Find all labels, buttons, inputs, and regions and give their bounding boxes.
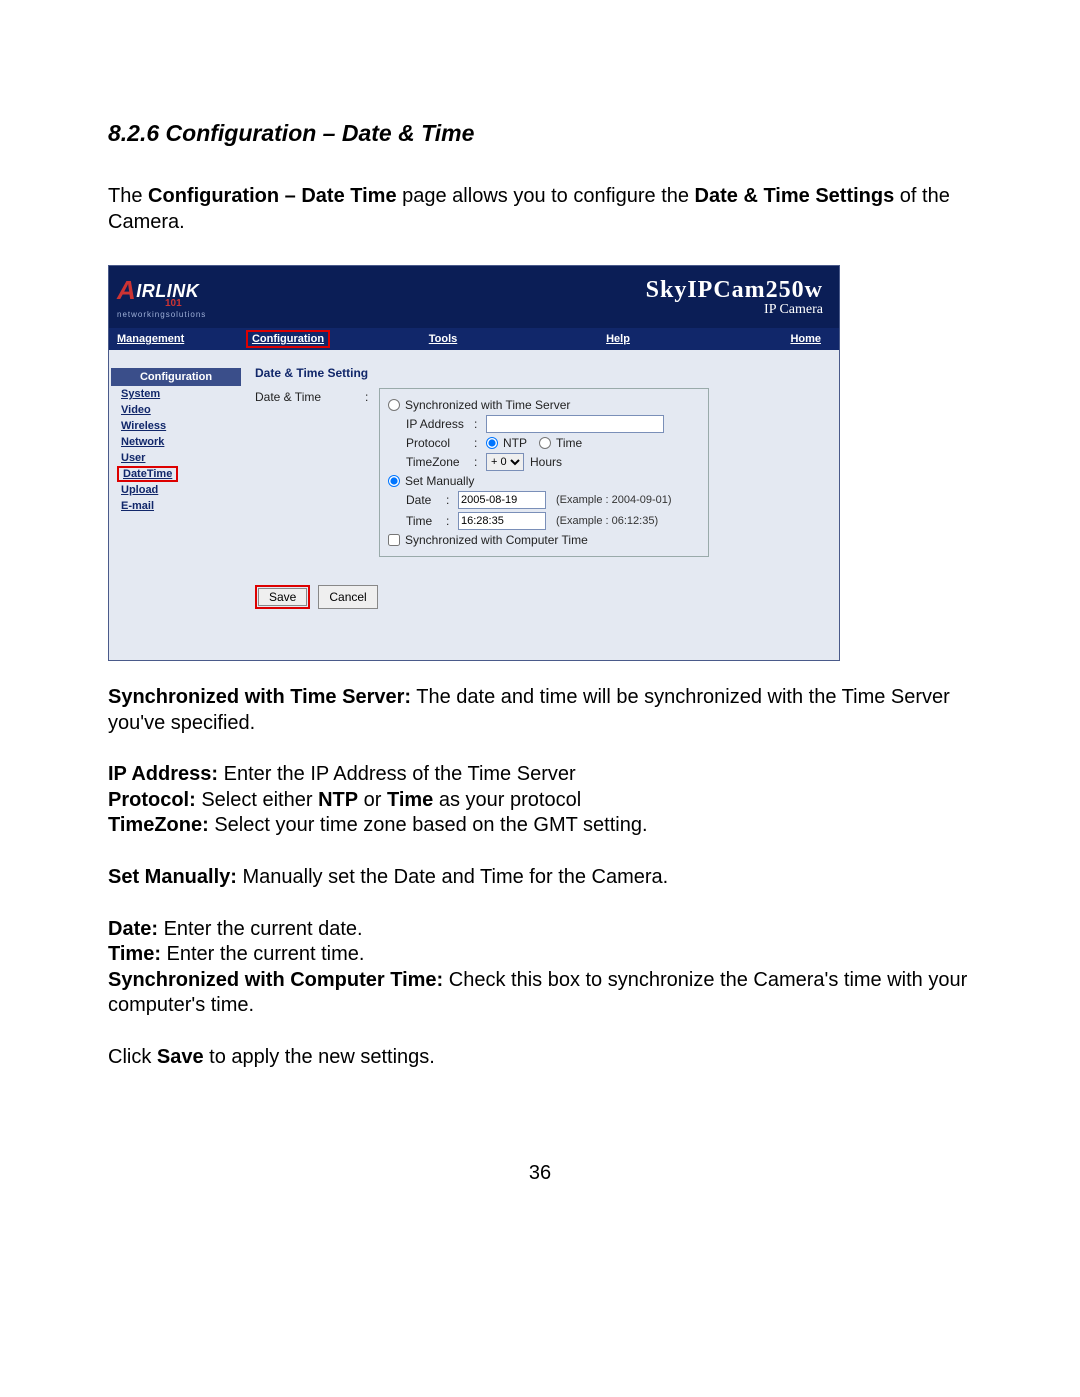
page-number: 36 <box>0 1162 1080 1185</box>
intro-text: page allows you to configure the <box>397 185 695 207</box>
cancel-button[interactable]: Cancel <box>318 585 377 609</box>
text: Click <box>108 1046 157 1068</box>
label: Synchronized with Computer Time: <box>108 969 443 991</box>
timezone-suffix: Hours <box>530 455 562 469</box>
explanation-text: Synchronized with Time Server: The date … <box>108 685 972 1071</box>
datetime-fieldset: Synchronized with Time Server IP Address… <box>379 388 709 557</box>
intro-bold-2: Date & Time Settings <box>695 185 895 207</box>
date-label: Date <box>406 493 446 507</box>
radio-ntp[interactable] <box>486 437 498 449</box>
main-panel: Date & Time Setting Date & Time : Synchr… <box>243 350 839 660</box>
radio-time-label: Time <box>556 436 582 450</box>
product-name: SkyIPCam250w IP Camera <box>646 277 823 318</box>
text: as your protocol <box>433 789 581 811</box>
label: IP Address: <box>108 763 218 785</box>
timezone-label: TimeZone <box>406 455 474 469</box>
label: Protocol: <box>108 789 196 811</box>
time-example: (Example : 06:12:35) <box>556 515 658 527</box>
datetime-row-label: Date & Time <box>255 388 365 404</box>
time-label: Time <box>406 514 446 528</box>
ui-topnav: Management Configuration Tools Help Home <box>109 328 839 350</box>
section-heading: 8.2.6 Configuration – Date & Time <box>108 120 972 147</box>
label: Save <box>157 1046 204 1068</box>
sidebar-item-upload[interactable]: Upload <box>109 482 243 498</box>
logo-number: 101 <box>165 299 182 309</box>
checkbox-sync-pc[interactable] <box>388 534 400 546</box>
sidebar-item-datetime[interactable]: DateTime <box>117 466 178 482</box>
brand-logo: AIRLINK 101 networkingsolutions <box>117 275 206 319</box>
radio-set-manually[interactable] <box>388 475 400 487</box>
checkbox-sync-pc-label: Synchronized with Computer Time <box>405 533 588 547</box>
radio-ntp-label: NTP <box>503 436 527 450</box>
ip-input[interactable] <box>486 415 664 433</box>
sidebar: Configuration System Video Wireless Netw… <box>109 350 243 660</box>
sidebar-item-network[interactable]: Network <box>109 434 243 450</box>
label: Time: <box>108 943 161 965</box>
sidebar-item-video[interactable]: Video <box>109 402 243 418</box>
sidebar-item-email[interactable]: E-mail <box>109 498 243 514</box>
text: or <box>358 789 387 811</box>
timezone-select[interactable]: + 0 <box>486 453 524 471</box>
label: Date: <box>108 918 158 940</box>
radio-time[interactable] <box>539 437 551 449</box>
nav-tools[interactable]: Tools <box>429 333 458 345</box>
text: Select either <box>196 789 318 811</box>
date-example: (Example : 2004-09-01) <box>556 494 672 506</box>
label: Set Manually: <box>108 866 237 888</box>
logo-letter-a: A <box>117 277 136 303</box>
radio-sync-server[interactable] <box>388 399 400 411</box>
time-input[interactable] <box>458 512 546 530</box>
label: Synchronized with Time Server: <box>108 686 411 708</box>
text: Enter the current date. <box>158 918 363 940</box>
intro-paragraph: The Configuration – Date Time page allow… <box>108 183 972 235</box>
colon: : <box>365 388 379 404</box>
nav-help[interactable]: Help <box>606 333 630 345</box>
intro-text: The <box>108 185 148 207</box>
text: Manually set the Date and Time for the C… <box>237 866 668 888</box>
panel-title: Date & Time Setting <box>255 366 827 380</box>
label: TimeZone: <box>108 814 209 836</box>
sidebar-item-wireless[interactable]: Wireless <box>109 418 243 434</box>
text: Enter the current time. <box>161 943 364 965</box>
nav-management[interactable]: Management <box>117 333 184 345</box>
label: Time <box>387 789 433 811</box>
date-input[interactable] <box>458 491 546 509</box>
sidebar-item-system[interactable]: System <box>109 386 243 402</box>
text: Enter the IP Address of the Time Server <box>218 763 576 785</box>
ui-header: AIRLINK 101 networkingsolutions SkyIPCam… <box>109 266 839 328</box>
product-title: SkyIPCam250w <box>646 277 823 304</box>
save-button[interactable]: Save <box>258 588 307 606</box>
logo-tagline: networkingsolutions <box>117 311 206 319</box>
nav-home[interactable]: Home <box>790 333 821 345</box>
protocol-label: Protocol <box>406 436 474 450</box>
product-subtitle: IP Camera <box>646 302 823 318</box>
radio-sync-server-label: Synchronized with Time Server <box>405 398 570 412</box>
text: to apply the new settings. <box>204 1046 435 1068</box>
sidebar-header: Configuration <box>111 368 241 386</box>
text: Select your time zone based on the GMT s… <box>209 814 648 836</box>
intro-bold-1: Configuration – Date Time <box>148 185 397 207</box>
label: NTP <box>318 789 358 811</box>
nav-configuration[interactable]: Configuration <box>252 333 324 345</box>
camera-ui-screenshot: AIRLINK 101 networkingsolutions SkyIPCam… <box>108 265 840 661</box>
radio-set-manually-label: Set Manually <box>405 474 474 488</box>
ip-label: IP Address <box>406 417 474 431</box>
sidebar-item-user[interactable]: User <box>109 450 243 466</box>
